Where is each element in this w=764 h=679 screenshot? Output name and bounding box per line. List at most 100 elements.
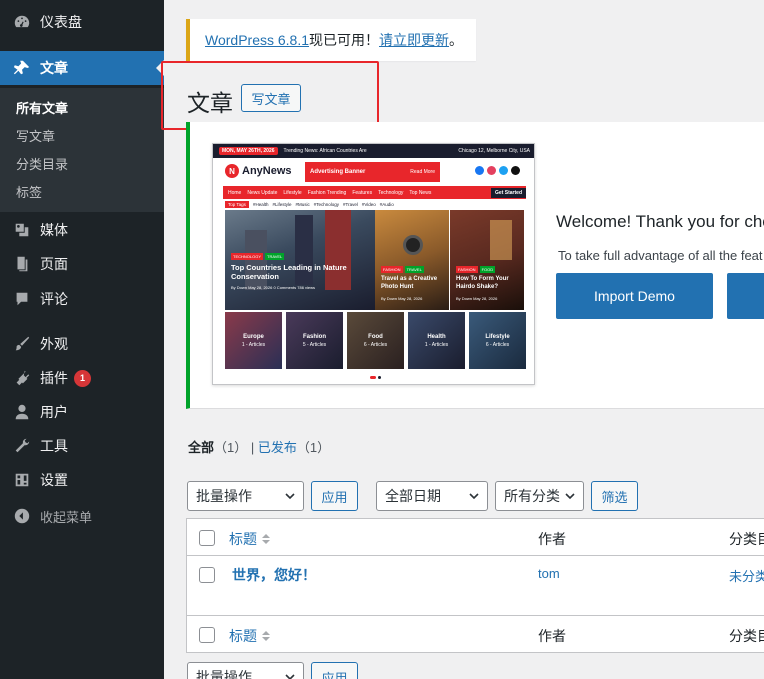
menu-posts[interactable]: 文章 (0, 51, 164, 85)
menu-label: 工具 (40, 438, 68, 454)
preview-tag: #Technology (313, 202, 340, 207)
preview-feature-2-meta: By Down May 28, 2026 (381, 296, 423, 301)
column-title-footer[interactable]: 标题 (229, 626, 271, 646)
wrench-icon (12, 436, 32, 456)
preview-nav-item: Top News (409, 189, 432, 196)
dashboard-icon (12, 12, 32, 32)
sort-icon (262, 631, 270, 641)
preview-category-tile: Europe 1 - Articles (225, 312, 282, 369)
filter-button[interactable]: 筛选 (591, 481, 638, 511)
preview-get-started: Get Started (491, 187, 526, 198)
menu-media[interactable]: 媒体 (0, 213, 164, 247)
preview-category-name: Europe (243, 333, 264, 340)
user-icon (12, 402, 32, 422)
preview-feature-main-cats: TECHNOLOGY TRAVEL (231, 253, 285, 260)
preview-category-count: 1 - Articles (424, 341, 449, 348)
preview-category-name: Food (368, 333, 383, 340)
theme-preview-image: MON, MAY 26TH, 2026 Trending News: Afric… (212, 143, 535, 385)
menu-label: 外观 (40, 336, 68, 352)
wordpress-version-link[interactable]: WordPress 6.8.1 (205, 32, 309, 48)
secondary-action-button[interactable] (727, 273, 764, 319)
preview-nav: Home News Update Lifestyle Fashion Trend… (223, 186, 526, 199)
menu-label: 页面 (40, 256, 68, 272)
carousel-dot (378, 376, 381, 379)
apply-button[interactable]: 应用 (311, 481, 358, 511)
preview-feature-2-cats: FASHION TRAVEL (381, 266, 424, 273)
column-author-header: 作者 (538, 531, 566, 547)
bulk-actions-select[interactable]: 批量操作 (187, 481, 304, 511)
select-all-checkbox[interactable] (199, 530, 215, 546)
preview-category-tile: Health 1 - Articles (408, 312, 465, 369)
preview-cat-label: FASHION (381, 266, 403, 273)
preview-feature-2: FASHION TRAVEL Travel as a Creative Phot… (375, 210, 449, 310)
apply-button-bottom[interactable]: 应用 (311, 662, 358, 679)
camera-shape (403, 235, 423, 255)
posts-table: 标题 作者 分类目 世界，您好！ tom 未分类 标题 作者 分类目 (186, 518, 764, 653)
date-filter-value: 全部日期 (385, 488, 441, 504)
preview-location: Chicago 12, Melborne City, USA (458, 148, 530, 154)
post-status-filters: 全部（1） | 已发布（1） (188, 437, 330, 456)
preview-ad-title: Advertising Banner (310, 169, 366, 175)
twitter-icon (499, 166, 508, 175)
preview-tag: #Video (361, 202, 376, 207)
filter-separator: | (247, 440, 258, 455)
preview-category-name: Lifestyle (485, 333, 510, 340)
bulk-actions-select-bottom[interactable]: 批量操作 (187, 662, 304, 679)
collapse-menu-button[interactable]: 收起菜单 (0, 499, 164, 533)
preview-ad-cta: Read More (410, 169, 435, 175)
menu-tools[interactable]: 工具 (0, 429, 164, 463)
date-filter-select[interactable]: 全部日期 (376, 481, 488, 511)
pin-icon (12, 58, 32, 78)
post-title-link[interactable]: 世界，您好！ (232, 565, 316, 585)
preview-nav-item: Technology (378, 189, 404, 196)
row-checkbox[interactable] (199, 567, 215, 583)
menu-appearance[interactable]: 外观 (0, 327, 164, 361)
preview-cat-label: FASHION (456, 266, 478, 273)
filter-all-link[interactable]: 全部 (188, 440, 214, 455)
column-title-label: 标题 (229, 531, 257, 547)
filter-published-link[interactable]: 已发布 (258, 440, 297, 455)
menu-users[interactable]: 用户 (0, 395, 164, 429)
table-divider (187, 555, 764, 556)
menu-settings[interactable]: 设置 (0, 463, 164, 497)
preview-category-tile: Food 6 - Articles (347, 312, 404, 369)
update-now-link[interactable]: 请立即更新 (379, 30, 449, 50)
submenu-add-new[interactable]: 写文章 (16, 126, 55, 145)
submenu-all-posts[interactable]: 所有文章 (16, 98, 68, 117)
menu-label: 媒体 (40, 222, 68, 238)
menu-pages[interactable]: 页面 (0, 247, 164, 281)
submenu-tags[interactable]: 标签 (16, 182, 42, 201)
preview-nav-item: Home (228, 189, 242, 196)
category-filter-value: 所有分类 (504, 488, 560, 504)
preview-feature-3-cats: FASHION FOOD (456, 266, 496, 273)
preview-tag: #Health (252, 202, 269, 207)
menu-label: 用户 (40, 404, 68, 420)
menu-plugins[interactable]: 插件 1 (0, 361, 164, 395)
menu-comments[interactable]: 评论 (0, 282, 164, 316)
post-category-link[interactable]: 未分类 (729, 566, 764, 585)
preview-ad-banner: Advertising Banner Read More (305, 162, 440, 182)
posts-submenu: 所有文章 写文章 分类目录 标签 (0, 88, 164, 212)
select-all-checkbox-footer[interactable] (199, 627, 215, 643)
highlight-annotation-box (161, 61, 379, 130)
preview-nav-item: Lifestyle (283, 189, 302, 196)
category-filter-select[interactable]: 所有分类 (495, 481, 584, 511)
preview-category-count: 6 - Articles (363, 341, 388, 348)
column-category-header: 分类目 (729, 531, 764, 547)
post-author-link[interactable]: tom (538, 566, 560, 581)
update-notice: WordPress 6.8.1 现已可用！ 请立即更新 。 (186, 19, 476, 61)
brush-icon (12, 334, 32, 354)
menu-dashboard[interactable]: 仪表盘 (0, 5, 164, 39)
column-title-header[interactable]: 标题 (229, 529, 271, 549)
submenu-categories[interactable]: 分类目录 (16, 154, 68, 173)
preview-feature-3: FASHION FOOD How To Form Your Hairdo Sha… (450, 210, 524, 310)
chevron-down-icon (469, 493, 479, 500)
preview-category-count: 6 - Articles (485, 341, 510, 348)
preview-tag: #Audio (379, 202, 394, 207)
preview-feature-main-title: Top Countries Leading in Nature Conserva… (231, 263, 347, 281)
facebook-icon (475, 166, 484, 175)
sort-icon (262, 534, 270, 544)
preview-cat-label: TECHNOLOGY (231, 253, 264, 260)
import-demo-button[interactable]: Import Demo (556, 273, 713, 319)
menu-label: 插件 (40, 370, 68, 386)
